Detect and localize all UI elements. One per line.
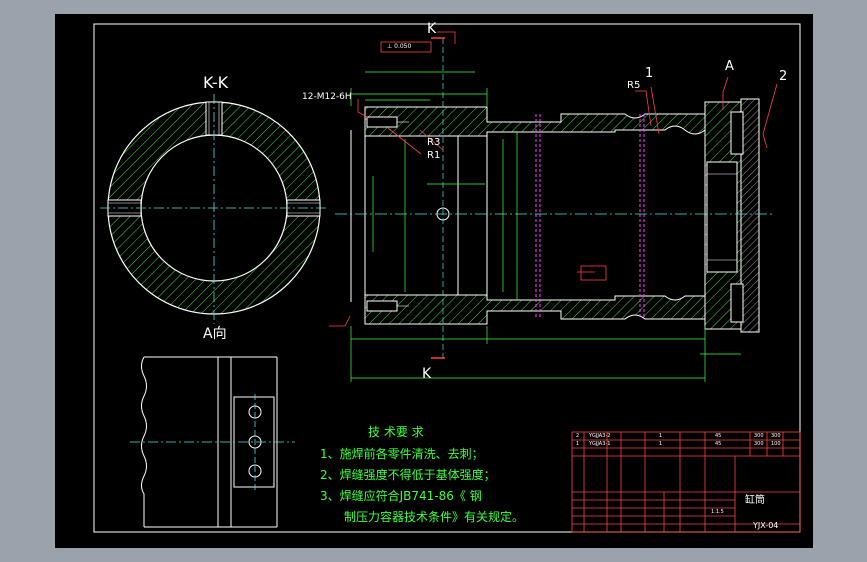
scale-text: 1:1.5 <box>711 509 724 515</box>
part-mat-2: 45 <box>715 433 722 439</box>
section-mark-top: K <box>427 21 437 37</box>
balloon-2: 2 <box>779 69 788 84</box>
title-block-grid <box>571 431 801 533</box>
radius-r5: R5 <box>627 80 641 91</box>
a-direction-view <box>130 356 295 528</box>
main-section-view <box>335 37 773 359</box>
part-qty-2: 1 <box>659 433 663 439</box>
part-w1-2: 300 <box>754 433 764 439</box>
drawing-number: YJX-04 <box>753 521 779 530</box>
view-direction-label: A向 <box>203 326 227 342</box>
part-code-2: YGJJA3-2 <box>589 433 611 439</box>
part-qty-1: 1 <box>659 441 663 447</box>
tech-requirements-heading: 技 术要 求 <box>368 425 424 439</box>
upper-wall <box>364 106 706 137</box>
perpendicularity-tolerance: ⊥ 0.050 <box>387 43 412 50</box>
radius-r1: R1 <box>427 150 441 161</box>
tech-requirement-1: 1、施焊前各零件清洗、去刺； <box>320 447 484 461</box>
tech-requirement-3: 3、焊缝应符合JB741-86《 钢 <box>320 489 482 503</box>
part-no-1: 1 <box>576 441 580 447</box>
part-w1-1: 300 <box>754 441 764 447</box>
tech-requirement-3-cont: 制压力容器技术条件》有关规定。 <box>344 510 525 524</box>
datum-a: A <box>725 59 734 74</box>
tech-requirement-2: 2、焊缝强度不得低于基体强度； <box>320 468 496 482</box>
part-mat-1: 45 <box>715 441 722 447</box>
thread-callout: 12-M12-6H <box>302 92 352 102</box>
drawing-name: 缸筒 <box>745 495 765 506</box>
part-w2-2: 300 <box>771 433 781 439</box>
radius-r3: R3 <box>427 137 441 148</box>
part-code-1: YGJJA3-1 <box>589 441 611 447</box>
drawing-sheet: K-K A向 K K 12-M12-6H R5 R3 R1 A 1 2 ⊥ 0.… <box>55 14 813 548</box>
section-view-kk <box>100 94 329 324</box>
section-mark-bottom: K <box>422 366 432 382</box>
section-view-title: K-K <box>203 73 229 92</box>
part-w2-1: 100 <box>771 441 781 447</box>
lower-wall <box>364 294 706 325</box>
part-no-2: 2 <box>576 433 580 439</box>
balloon-1: 1 <box>645 66 654 81</box>
